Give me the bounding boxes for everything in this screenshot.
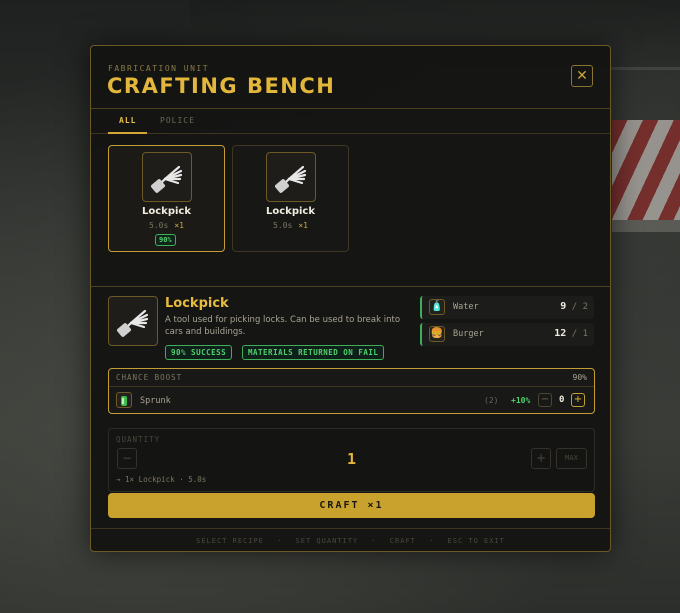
- keybind-hints: SELECT RECIPE · SET QUANTITY · CRAFT · E…: [91, 537, 610, 545]
- material-count: 9 / 2: [560, 301, 588, 312]
- boost-label: CHANCE BOOST: [116, 373, 183, 382]
- quantity-value: 1: [346, 450, 357, 468]
- burger-icon: 🍔: [429, 326, 445, 342]
- hint-esc-exit: ESC TO EXIT: [447, 537, 505, 545]
- lockpick-icon: [266, 152, 316, 202]
- hint-set-quantity: SET QUANTITY: [295, 537, 359, 545]
- boost-item-name: Sprunk: [140, 396, 171, 406]
- sprunk-can-icon: [116, 392, 132, 408]
- hint-select-recipe: SELECT RECIPE: [196, 537, 264, 545]
- material-count: 12 / 1: [554, 328, 588, 339]
- boost-owned-count: (2): [484, 396, 499, 405]
- water-bottle-icon: 🧴: [429, 299, 445, 315]
- recipe-card-qty: ×1: [298, 221, 308, 230]
- hint-separator: ·: [429, 537, 435, 545]
- hint-separator: ·: [277, 537, 283, 545]
- craft-button[interactable]: CRAFT ×1: [108, 493, 595, 518]
- hint-separator: ·: [371, 537, 377, 545]
- material-need: 1: [582, 329, 588, 339]
- tab-police[interactable]: POLICE: [149, 109, 206, 134]
- recipe-card-lockpick-2[interactable]: Lockpick 5.0s ×1: [232, 145, 349, 252]
- quantity-label: QUANTITY: [116, 435, 161, 444]
- category-tabs: ALL POLICE: [91, 108, 610, 134]
- material-row-burger: 🍔 Burger 12 / 1: [420, 323, 594, 346]
- crafting-modal: FABRICATION UNIT CRAFTING BENCH ✕ ALL PO…: [90, 45, 611, 552]
- chance-boost-panel: CHANCE BOOST 90% Sprunk (2) +10% − 0 +: [108, 368, 595, 414]
- quantity-summary: → 1× Lockpick · 5.0s: [116, 475, 207, 484]
- close-button[interactable]: ✕: [571, 65, 593, 87]
- success-badge: 90%: [155, 234, 176, 246]
- material-have: 12: [554, 328, 567, 339]
- header-eyebrow: FABRICATION UNIT: [108, 64, 210, 73]
- material-row-water: 🧴 Water 9 / 2: [420, 296, 594, 319]
- quantity-increment-button[interactable]: +: [531, 448, 551, 469]
- material-need: 2: [582, 302, 588, 312]
- boost-increment-button[interactable]: +: [571, 393, 585, 407]
- boost-total: 90%: [572, 373, 587, 382]
- boost-decrement-button[interactable]: −: [538, 393, 552, 407]
- success-pill: 90% SUCCESS: [165, 345, 233, 360]
- detail-description: A tool used for picking locks. Can be us…: [165, 315, 401, 337]
- quantity-max-button[interactable]: MAX: [556, 448, 587, 469]
- hint-craft: CRAFT: [389, 537, 416, 545]
- detail-title: Lockpick: [165, 296, 229, 311]
- recipe-card-name: Lockpick: [142, 206, 191, 217]
- recipe-card-time: 5.0s: [273, 221, 293, 230]
- recipe-card-qty: ×1: [174, 221, 184, 230]
- recipe-card-time: 5.0s: [149, 221, 169, 230]
- boost-separator: [109, 386, 594, 387]
- recipe-card-lockpick-1[interactable]: Lockpick 5.0s ×1 90%: [108, 145, 225, 252]
- lockpick-icon: [142, 152, 192, 202]
- lockpick-icon: [108, 296, 158, 346]
- boost-amount: 0: [559, 395, 565, 405]
- recipe-card-meta: 5.0s ×1: [109, 221, 224, 230]
- page-title: CRAFTING BENCH: [107, 74, 336, 98]
- background-barrier: [612, 120, 680, 220]
- quantity-panel: QUANTITY − 1 + MAX → 1× Lockpick · 5.0s: [108, 428, 595, 492]
- material-name: Burger: [453, 329, 484, 339]
- recipe-card-meta: 5.0s ×1: [233, 221, 348, 230]
- material-name: Water: [453, 302, 479, 312]
- boost-gain: +10%: [511, 396, 531, 405]
- footer-divider: [91, 528, 610, 529]
- close-icon: ✕: [576, 68, 588, 84]
- background-curb: [612, 220, 680, 232]
- fail-return-pill: MATERIALS RETURNED ON FAIL: [242, 345, 385, 360]
- section-divider: [91, 286, 610, 287]
- tab-all[interactable]: ALL: [108, 109, 148, 134]
- modal-header: FABRICATION UNIT CRAFTING BENCH ✕: [91, 46, 610, 108]
- recipe-card-name: Lockpick: [266, 206, 315, 217]
